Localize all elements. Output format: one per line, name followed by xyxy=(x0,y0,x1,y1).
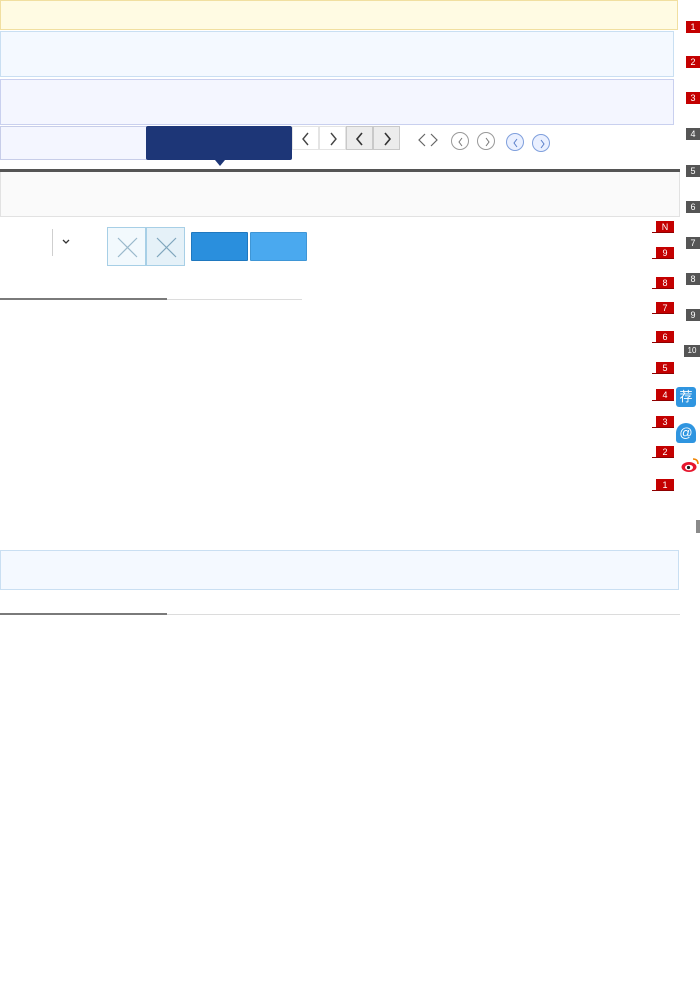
notice-bar-blue-1 xyxy=(0,31,674,77)
tab-active[interactable] xyxy=(146,126,292,166)
circle-next-button-blue[interactable] xyxy=(532,134,550,152)
rank-badge: 9 xyxy=(652,247,674,259)
chevron-left-icon xyxy=(513,138,518,148)
side-rank-badge: 6 xyxy=(686,201,700,213)
close-icon xyxy=(156,237,177,258)
primary-button-hover[interactable] xyxy=(250,232,307,261)
tab-underline-active xyxy=(0,613,167,615)
chevron-right-icon xyxy=(384,132,392,146)
chevron-left-icon xyxy=(302,132,309,146)
weibo-logo-icon xyxy=(681,458,699,472)
next-button-pressed[interactable] xyxy=(373,126,400,150)
circle-prev-button[interactable] xyxy=(451,132,469,150)
side-rank-badge: 2 xyxy=(686,56,700,68)
rank-badge: 5 xyxy=(652,362,674,374)
separator xyxy=(52,229,53,256)
side-rank-badge: 7 xyxy=(686,237,700,249)
side-rank-badge: 5 xyxy=(686,165,700,177)
side-rank-badge: 9 xyxy=(686,309,700,321)
side-rank-badge: 3 xyxy=(686,92,700,104)
chevron-left-icon xyxy=(458,137,463,147)
primary-button[interactable] xyxy=(191,232,248,261)
notice-bar-yellow xyxy=(0,0,678,30)
next-button[interactable] xyxy=(319,126,346,150)
rank-badge: 8 xyxy=(652,277,674,289)
rank-badge: 3 xyxy=(652,416,674,428)
rank-badge: 1 xyxy=(652,479,674,491)
content-panel xyxy=(0,172,680,217)
chevron-right-icon xyxy=(540,139,545,149)
chevron-left-right-icon xyxy=(418,133,438,147)
circle-prev-button-blue[interactable] xyxy=(506,133,524,151)
chevron-down-icon xyxy=(62,239,70,244)
rank-badge: 6 xyxy=(652,331,674,343)
close-button[interactable] xyxy=(107,227,146,266)
circle-next-button[interactable] xyxy=(477,132,495,150)
rank-badge: 2 xyxy=(652,446,674,458)
scrollbar-handle[interactable] xyxy=(696,520,700,533)
mention-icon[interactable]: @ xyxy=(676,423,696,443)
tab-underline xyxy=(167,299,302,300)
chevron-right-icon xyxy=(330,132,337,146)
dropdown-toggle[interactable] xyxy=(56,232,76,252)
notice-bar-blue-2 xyxy=(0,79,674,125)
prev-button[interactable] xyxy=(292,126,319,150)
close-icon xyxy=(117,237,138,258)
chevron-right-icon xyxy=(485,137,490,147)
tab-inactive[interactable] xyxy=(0,126,147,160)
weibo-icon[interactable] xyxy=(681,457,699,473)
side-rank-badge: 1 xyxy=(686,21,700,33)
rank-badge: 7 xyxy=(652,302,674,314)
notice-bar-blue-3 xyxy=(0,550,679,590)
recommend-icon[interactable]: 荐 xyxy=(676,387,696,407)
rank-badge: 4 xyxy=(652,389,674,401)
rank-badge: N xyxy=(652,221,674,233)
close-button-hover[interactable] xyxy=(146,227,185,266)
tab-underline xyxy=(167,614,680,615)
chevron-left-icon xyxy=(355,132,363,146)
prev-next-arrows[interactable] xyxy=(418,133,438,147)
side-rank-badge: 4 xyxy=(686,128,700,140)
prev-button-pressed[interactable] xyxy=(346,126,373,150)
side-rank-badge: 10 xyxy=(684,345,700,357)
tab-underline-active xyxy=(0,298,167,300)
side-rank-badge: 8 xyxy=(686,273,700,285)
